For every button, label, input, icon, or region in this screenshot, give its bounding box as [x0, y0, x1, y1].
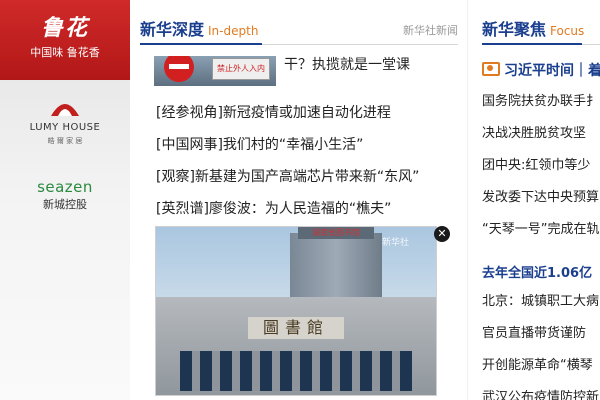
- indepth-news-list: [经参视角]新冠疫情或加速自动化进程 [中国网事]我们村的“幸福小生活” [观察…: [156, 103, 456, 231]
- focus-highlight-text[interactable]: 习近平时间｜着: [504, 63, 600, 79]
- focus-item[interactable]: 决战决胜脱贫攻坚: [482, 124, 600, 156]
- news-item[interactable]: [经参视角]新冠疫情或加速自动化进程: [156, 103, 456, 135]
- focus-item[interactable]: 开创能源革命“横琴: [482, 356, 600, 388]
- focus-header: 新华聚焦 Focus: [482, 14, 600, 45]
- library-sign: 圖書館: [248, 317, 344, 339]
- focus-news-list-2: 北京：城镇职工大病 官员直播带货谨防 开创能源革命“横琴 武汉公布疫情防控新: [482, 292, 600, 400]
- library-tower: [290, 233, 382, 305]
- focus-item[interactable]: “天琴一号”完成在轨: [482, 220, 600, 252]
- xinhua-watermark: 新华社: [382, 238, 410, 248]
- focus-highlight[interactable]: 习近平时间｜着: [482, 60, 600, 80]
- lumy-logo-icon[interactable]: [47, 88, 83, 124]
- tower-sign: 湖南省图书馆: [298, 227, 374, 239]
- indepth-source[interactable]: 新华社新闻: [403, 22, 458, 38]
- indepth-title-underline: [140, 43, 262, 45]
- focus-item[interactable]: 官员直播带货谨防: [482, 324, 600, 356]
- column-divider: [467, 0, 468, 400]
- top-story-thumbnail[interactable]: 禁止外人入内: [154, 56, 276, 86]
- news-item[interactable]: [观察]新基建为国产高端芯片带来新“东风”: [156, 167, 456, 199]
- no-entry-bar: [169, 64, 189, 69]
- seazen-ad-name[interactable]: seazen: [0, 178, 130, 196]
- focus-title[interactable]: 新华聚焦 Focus: [482, 16, 584, 40]
- news-item[interactable]: [中国网事]我们村的“幸福小生活”: [156, 135, 456, 167]
- library-windows: [180, 351, 412, 391]
- focus-news-list: 国务院扶贫办联手扌 决战决胜脱贫攻坚 团中央:红领巾等少 发改委下达中央预算 “…: [482, 92, 600, 252]
- luhua-ad[interactable]: 鲁花 中国味 鲁花香: [0, 0, 130, 80]
- top-story-headline[interactable]: 干？执揽就是一堂课: [284, 54, 410, 74]
- no-entry-sign-icon: [164, 56, 194, 82]
- focus-item[interactable]: 发改委下达中央预算: [482, 188, 600, 220]
- focus-item[interactable]: 国务院扶贫办联手扌: [482, 92, 600, 124]
- focus-item[interactable]: 武汉公布疫情防控新: [482, 388, 600, 400]
- seazen-ad-sub: 新城控股: [43, 198, 87, 211]
- focus-title-en: Focus: [550, 24, 585, 38]
- focus-section: 新华聚焦 Focus 习近平时间｜着 国务院扶贫办联手扌 决战决胜脱贫攻坚 团中央…: [482, 0, 600, 400]
- indepth-header: 新华深度 In-depth 新华社新闻: [140, 14, 458, 45]
- focus-highlight-2[interactable]: 去年全国近1.06亿: [482, 262, 592, 281]
- luhua-logo: 鲁花: [40, 15, 89, 41]
- indepth-title[interactable]: 新华深度 In-depth: [140, 16, 258, 40]
- focus-title-underline: [482, 43, 582, 45]
- focus-title-cn[interactable]: 新华聚焦: [482, 20, 546, 39]
- video-camera-icon: [482, 62, 500, 76]
- luhua-slogan: 中国味 鲁花香: [30, 46, 100, 59]
- close-icon[interactable]: ✕: [434, 226, 450, 242]
- lumy-ad-sub: 皓 爾 家 居: [47, 137, 83, 145]
- indepth-title-cn[interactable]: 新华深度: [140, 20, 204, 39]
- thumbnail-sign: 禁止外人入内: [212, 58, 270, 80]
- indepth-title-en: In-depth: [208, 24, 259, 38]
- floating-image-popup[interactable]: 湖南省图书馆 圖書館 新华社: [155, 226, 437, 396]
- focus-item[interactable]: 团中央:红领巾等少: [482, 156, 600, 188]
- sponsor-sidebar: 鲁花 中国味 鲁花香 LUMY HOUSE 皓 爾 家 居 seazen 新城控…: [0, 0, 130, 400]
- focus-item[interactable]: 北京：城镇职工大病: [482, 292, 600, 324]
- lumy-ad-name[interactable]: LUMY HOUSE: [0, 122, 130, 133]
